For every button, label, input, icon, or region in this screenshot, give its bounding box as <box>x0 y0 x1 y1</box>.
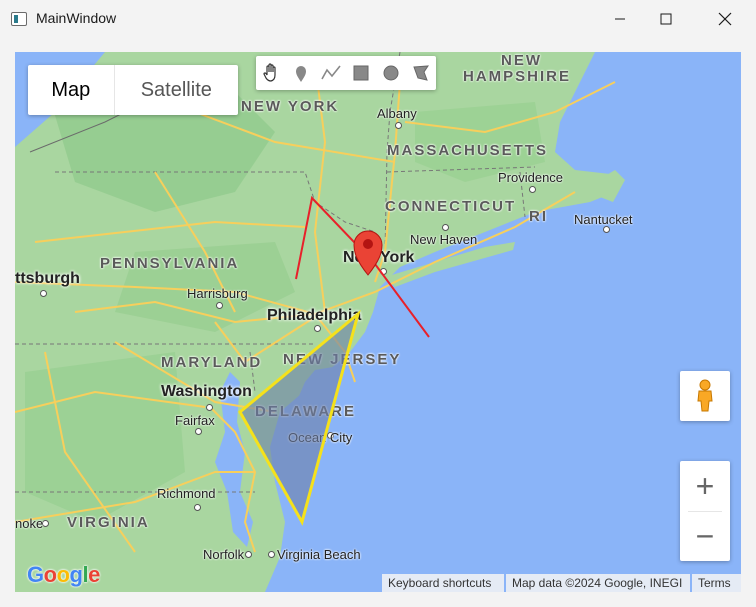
map-canvas[interactable]: NEW HAMPSHIRE NEW YORK MASSACHUSETTS CON… <box>15 52 741 592</box>
terms-link[interactable]: Terms <box>692 574 741 592</box>
zoom-out-button[interactable]: − <box>680 511 730 561</box>
street-view-pegman[interactable] <box>680 371 730 421</box>
tool-circle[interactable] <box>376 56 406 90</box>
tool-pan[interactable] <box>256 56 286 90</box>
zoom-in-button[interactable]: + <box>680 461 730 511</box>
map-data-attribution: Map data ©2024 Google, INEGI <box>506 574 690 592</box>
pegman-icon <box>697 379 713 412</box>
rectangle-icon <box>353 65 369 81</box>
title-bar: MainWindow <box>0 0 756 38</box>
maximize-icon <box>660 13 672 25</box>
drawing-overlay <box>238 195 430 526</box>
circle-icon <box>383 65 399 81</box>
minimize-button[interactable] <box>597 0 643 38</box>
tool-rectangle[interactable] <box>346 56 376 90</box>
tool-polyline[interactable] <box>316 56 346 90</box>
maximize-button[interactable] <box>643 0 689 38</box>
drawn-polygon[interactable] <box>238 309 361 526</box>
window-title: MainWindow <box>36 10 117 26</box>
map-type-satellite-button[interactable]: Satellite <box>113 65 238 115</box>
polygon-icon <box>413 65 429 81</box>
marker-icon <box>296 66 306 82</box>
tool-marker[interactable] <box>286 56 316 90</box>
tool-polygon[interactable] <box>406 56 436 90</box>
drawing-toolbar <box>256 56 436 90</box>
app-icon <box>11 12 27 26</box>
close-button[interactable] <box>702 0 748 38</box>
map-type-control: Map Satellite <box>28 65 238 115</box>
minimize-icon <box>615 18 625 20</box>
keyboard-shortcuts-link[interactable]: Keyboard shortcuts <box>382 574 504 592</box>
main-window: MainWindow NEW HAMPSHIRE NEW YORK MASSAC… <box>0 0 756 607</box>
close-icon <box>718 12 732 26</box>
hand-icon <box>263 63 276 82</box>
zoom-control: + − <box>680 461 730 561</box>
google-logo: Google <box>27 562 100 587</box>
polyline-icon <box>321 65 341 80</box>
map-type-map-button[interactable]: Map <box>28 65 114 115</box>
